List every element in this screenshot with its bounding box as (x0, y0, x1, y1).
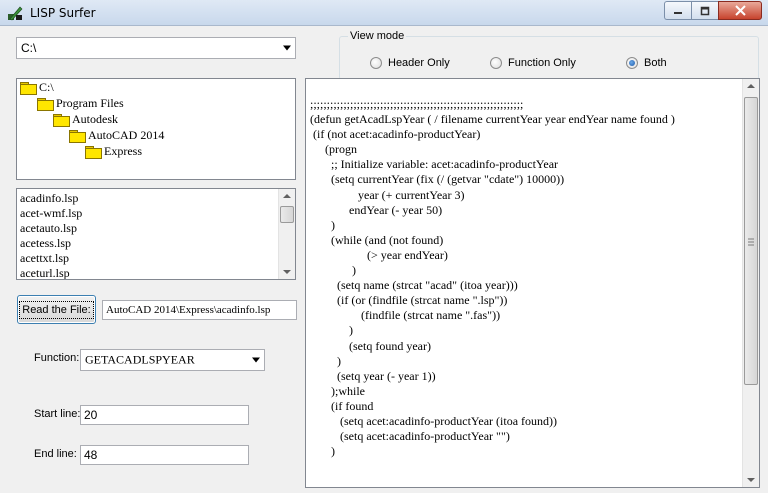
title-bar: LISP Surfer (0, 0, 768, 26)
tree-item-autodesk[interactable]: Autodesk (53, 112, 118, 127)
tree-item-label: Program Files (56, 96, 124, 110)
close-button[interactable] (718, 1, 762, 20)
minimize-button[interactable] (664, 1, 691, 20)
scroll-up-icon[interactable] (283, 194, 291, 198)
file-list: acadinfo.lsp acet-wmf.lsp acetauto.lsp a… (16, 188, 296, 280)
radio-indicator (626, 57, 638, 69)
function-label: Function: (34, 352, 80, 364)
function-combo-value: GETACADLSPYEAR (85, 352, 195, 367)
file-list-scrollbar[interactable] (278, 189, 295, 279)
drive-combo[interactable]: C:\ (16, 37, 296, 59)
file-path-field[interactable]: AutoCAD 2014\Express\acadinfo.lsp (102, 300, 297, 320)
tree-item-express[interactable]: Express (85, 144, 142, 159)
scrollbar-thumb[interactable] (280, 206, 294, 223)
tree-item-autocad-2014[interactable]: AutoCAD 2014 (69, 128, 164, 143)
scroll-down-icon[interactable] (283, 270, 291, 274)
code-text: ;;;;;;;;;;;;;;;;;;;;;;;;;;;;;;;;;;;;;;;;… (310, 97, 675, 459)
start-line-label: Start line: (34, 408, 81, 420)
scroll-up-icon[interactable] (747, 84, 755, 88)
drive-combo-value: C:\ (21, 41, 37, 55)
folder-icon (37, 97, 54, 111)
window-title: LISP Surfer (30, 6, 96, 20)
folder-icon (53, 113, 70, 127)
scrollbar-thumb[interactable] (744, 97, 758, 385)
view-mode-label: View mode (348, 30, 407, 42)
radio-indicator (490, 57, 502, 69)
chevron-down-icon (252, 357, 260, 363)
radio-label: Both (644, 57, 667, 69)
close-icon (734, 5, 746, 16)
end-line-label: End line: (34, 448, 77, 460)
folder-icon (69, 129, 86, 143)
view-mode-group: View mode Header Only Function Only Both (339, 30, 759, 80)
radio-label: Function Only (508, 57, 576, 69)
folder-tree: C:\ Program Files Autodesk AutoCAD 2014 … (16, 78, 296, 180)
maximize-icon (700, 6, 710, 15)
list-item[interactable]: acettxt.lsp (17, 251, 295, 266)
folder-icon (20, 81, 37, 95)
radio-label: Header Only (388, 57, 450, 69)
tree-item-label: Autodesk (72, 112, 118, 126)
start-line-field[interactable]: 20 (80, 405, 249, 425)
folder-icon (85, 145, 102, 159)
list-item[interactable]: acet-wmf.lsp (17, 206, 295, 221)
radio-both[interactable]: Both (626, 57, 667, 69)
minimize-icon (674, 11, 682, 14)
tree-item-label: AutoCAD 2014 (88, 128, 165, 142)
radio-function-only[interactable]: Function Only (490, 57, 576, 69)
tree-item-program-files[interactable]: Program Files (37, 96, 124, 111)
end-line-field[interactable]: 48 (80, 445, 249, 465)
tree-item-label: C:\ (39, 80, 54, 94)
list-item[interactable]: acetess.lsp (17, 236, 295, 251)
radio-indicator (370, 57, 382, 69)
code-viewer[interactable]: ;;;;;;;;;;;;;;;;;;;;;;;;;;;;;;;;;;;;;;;;… (305, 78, 760, 488)
list-item[interactable]: acadinfo.lsp (17, 191, 295, 206)
maximize-button[interactable] (691, 1, 718, 20)
list-item[interactable]: aceturl.lsp (17, 266, 295, 279)
grip-icon (748, 238, 754, 246)
scroll-down-icon[interactable] (747, 478, 755, 482)
radio-header-only[interactable]: Header Only (370, 57, 450, 69)
chevron-down-icon (283, 45, 291, 51)
tree-item-c[interactable]: C:\ (20, 80, 54, 95)
function-combo[interactable]: GETACADLSPYEAR (80, 349, 265, 371)
tree-item-label: Express (104, 144, 142, 158)
read-file-button[interactable]: Read the File: (17, 295, 96, 324)
app-icon (8, 6, 23, 21)
main-window-body: C:\ View mode Header Only Function Only … (3, 26, 765, 490)
code-scrollbar[interactable] (742, 79, 759, 487)
window-controls (664, 1, 762, 21)
read-file-button-label: Read the File: (19, 300, 94, 319)
list-item[interactable]: acetauto.lsp (17, 221, 295, 236)
